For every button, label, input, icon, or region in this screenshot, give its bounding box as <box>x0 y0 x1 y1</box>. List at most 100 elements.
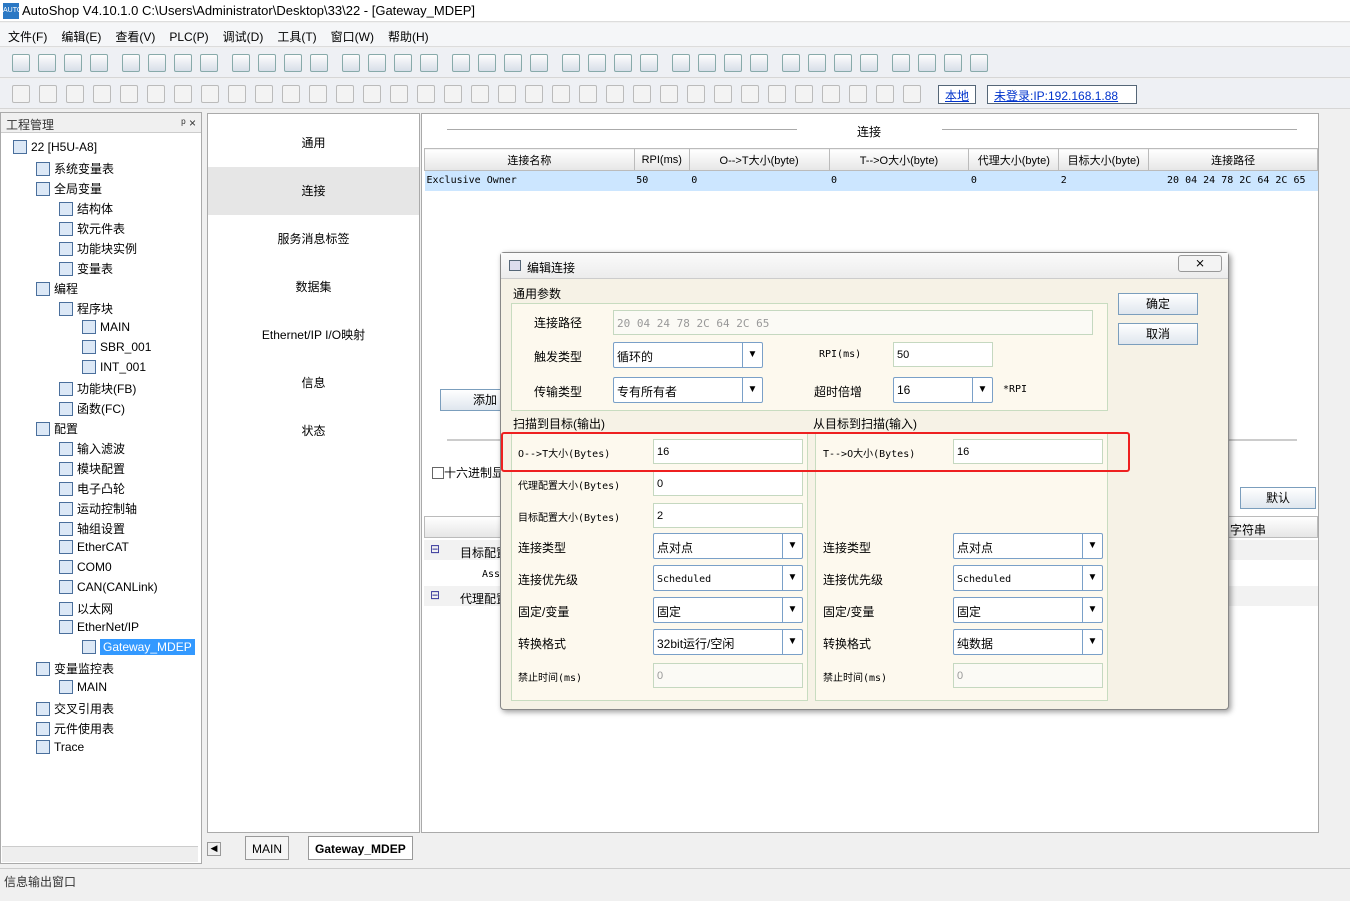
in-inhibit-field[interactable]: 0 <box>953 663 1103 688</box>
ladder-tool-icon[interactable] <box>147 85 165 103</box>
in-priority-select[interactable]: Scheduled ▼ <box>953 565 1103 591</box>
ladder-tool-icon[interactable] <box>201 85 219 103</box>
menu-item[interactable]: 工具(T) <box>269 23 322 45</box>
tree-item[interactable]: 软元件表 <box>59 220 125 237</box>
nav-item[interactable]: 信息 <box>208 359 419 407</box>
nav-item[interactable]: 连接 <box>208 167 419 215</box>
tree-item[interactable]: 全局变量 <box>36 180 102 197</box>
nav-item[interactable]: 数据集 <box>208 263 419 311</box>
close-button[interactable]: ⨯ <box>1178 255 1222 272</box>
tree-item[interactable]: MAIN <box>59 680 107 694</box>
menu-item[interactable]: 调试(D) <box>215 23 270 45</box>
toolbar-icon[interactable] <box>808 54 826 72</box>
tree-item[interactable]: 函数(FC) <box>59 400 125 417</box>
tree-item[interactable]: EtherCAT <box>59 540 129 554</box>
trigger-select[interactable]: 循环的 ▼ <box>613 342 763 368</box>
toolbar-icon[interactable] <box>64 54 82 72</box>
ok-button[interactable]: 确定 <box>1118 293 1198 315</box>
menu-item[interactable]: 查看(V) <box>107 23 161 45</box>
ladder-tool-icon[interactable] <box>12 85 30 103</box>
toolbar-icon[interactable] <box>918 54 936 72</box>
ladder-tool-icon[interactable] <box>687 85 705 103</box>
ladder-tool-icon[interactable] <box>444 85 462 103</box>
out-proxy-field[interactable]: 0 <box>653 471 803 496</box>
column-header[interactable]: 连接名称 <box>424 148 635 171</box>
pin-icon[interactable]: ᵖ × <box>181 116 196 130</box>
path-field[interactable]: 20 04 24 78 2C 64 2C 65 <box>613 310 1093 335</box>
default-button[interactable]: 默认 <box>1240 487 1316 509</box>
toolbar-icon[interactable] <box>640 54 658 72</box>
tree-item[interactable]: 功能块实例 <box>59 240 137 257</box>
tree-item[interactable]: COM0 <box>59 560 112 574</box>
out-inhibit-field[interactable]: 0 <box>653 663 803 688</box>
toolbar-icon[interactable] <box>588 54 606 72</box>
ladder-tool-icon[interactable] <box>795 85 813 103</box>
toolbar-icon[interactable] <box>970 54 988 72</box>
ladder-tool-icon[interactable] <box>903 85 921 103</box>
tree-item[interactable]: CAN(CANLink) <box>59 580 158 594</box>
nav-item[interactable]: 服务消息标签 <box>208 215 419 263</box>
ladder-tool-icon[interactable] <box>768 85 786 103</box>
ladder-tool-icon[interactable] <box>498 85 516 103</box>
toolbar-icon[interactable] <box>420 54 438 72</box>
tree-item[interactable]: Trace <box>36 740 84 754</box>
toolbar-icon[interactable] <box>672 54 690 72</box>
toolbar-icon[interactable] <box>614 54 632 72</box>
transport-select[interactable]: 专有所有者 ▼ <box>613 377 763 403</box>
ladder-tool-icon[interactable] <box>39 85 57 103</box>
tab-main[interactable]: MAIN <box>245 836 289 860</box>
toolbar-icon[interactable] <box>724 54 742 72</box>
ladder-tool-icon[interactable] <box>525 85 543 103</box>
out-format-select[interactable]: 32bit运行/空闲 ▼ <box>653 629 803 655</box>
ladder-tool-icon[interactable] <box>822 85 840 103</box>
ladder-tool-icon[interactable] <box>120 85 138 103</box>
tree-item[interactable]: 以太网 <box>59 600 113 617</box>
in-fixed-select[interactable]: 固定 ▼ <box>953 597 1103 623</box>
out-fixed-select[interactable]: 固定 ▼ <box>653 597 803 623</box>
toolbar-icon[interactable] <box>38 54 56 72</box>
tree-item[interactable]: 编程 <box>36 280 78 297</box>
ladder-tool-icon[interactable] <box>579 85 597 103</box>
tab-gateway-mdep[interactable]: Gateway_MDEP <box>308 836 413 860</box>
ladder-tool-icon[interactable] <box>417 85 435 103</box>
ladder-tool-icon[interactable] <box>309 85 327 103</box>
tree-item[interactable]: 轴组设置 <box>59 520 125 537</box>
ladder-tool-icon[interactable] <box>741 85 759 103</box>
tree-item[interactable]: 结构体 <box>59 200 113 217</box>
tree-item[interactable]: MAIN <box>82 320 130 334</box>
toolbar-icon[interactable] <box>834 54 852 72</box>
ladder-tool-icon[interactable] <box>390 85 408 103</box>
toolbar-icon[interactable] <box>504 54 522 72</box>
table-row[interactable]: Exclusive Owner 50 0 0 0 2 20 04 24 78 2C 64 2… <box>424 170 1318 191</box>
toolbar-icon[interactable] <box>200 54 218 72</box>
toolbar-icon[interactable] <box>368 54 386 72</box>
toolbar-icon[interactable] <box>12 54 30 72</box>
local-button[interactable]: 本地 <box>938 85 977 104</box>
toolbar-icon[interactable] <box>530 54 548 72</box>
ladder-tool-icon[interactable] <box>174 85 192 103</box>
menu-item[interactable]: PLC(P) <box>161 25 214 44</box>
toolbar-icon[interactable] <box>478 54 496 72</box>
timeout-select[interactable]: 16 ▼ <box>893 377 993 403</box>
ladder-tool-icon[interactable] <box>255 85 273 103</box>
tree-item[interactable]: 22 [H5U-A8] <box>13 140 97 154</box>
tree-item[interactable]: 功能块(FB) <box>59 380 136 397</box>
column-header[interactable]: T-->O大小(byte) <box>828 148 970 171</box>
toolbar-icon[interactable] <box>750 54 768 72</box>
toolbar-icon[interactable] <box>122 54 140 72</box>
rpi-field[interactable]: 50 <box>893 342 993 367</box>
tree-item[interactable]: 电子凸轮 <box>59 480 125 497</box>
tree-item[interactable]: 系统变量表 <box>36 160 114 177</box>
tree-item[interactable]: INT_001 <box>82 360 146 374</box>
ladder-tool-icon[interactable] <box>606 85 624 103</box>
nav-item[interactable]: 通用 <box>208 119 419 167</box>
ladder-tool-icon[interactable] <box>471 85 489 103</box>
tree-item[interactable]: EtherNet/IP <box>59 620 139 634</box>
toolbar-icon[interactable] <box>310 54 328 72</box>
tree-item[interactable]: 输入滤波 <box>59 440 125 457</box>
toolbar-icon[interactable] <box>342 54 360 72</box>
out-priority-select[interactable]: Scheduled ▼ <box>653 565 803 591</box>
column-header[interactable]: 连接路径 <box>1148 148 1318 171</box>
toolbar-icon[interactable] <box>782 54 800 72</box>
toolbar-icon[interactable] <box>860 54 878 72</box>
